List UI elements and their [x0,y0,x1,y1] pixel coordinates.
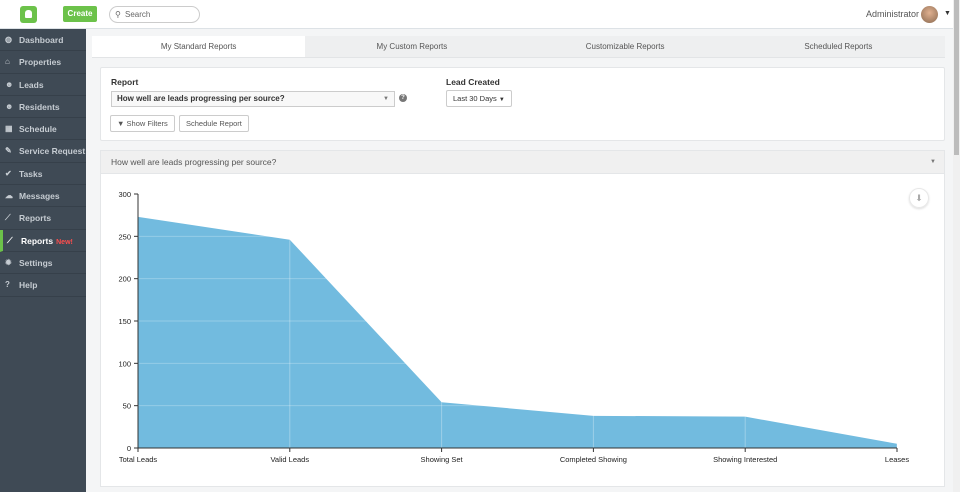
sidebar-item-dashboard[interactable]: ◍ Dashboard [0,29,86,52]
sidebar-item-tasks[interactable]: ✔ Tasks [0,163,86,186]
area-chart: 0 50 100 150 200 250 300 Total Leads Valid Leads… [118,190,909,464]
help-icon[interactable]: ? [399,94,407,102]
sidebar-item-label: Residents [19,101,60,112]
dashboard-icon: ◍ [5,35,12,44]
app-logo[interactable] [20,6,37,23]
y-tick-label: 100 [118,359,131,368]
calendar-icon: ▦ [5,124,13,134]
sidebar-item-label: Reports [21,235,54,246]
new-badge: New! [56,238,73,246]
y-tick-label: 50 [123,402,131,411]
avatar[interactable] [921,6,938,23]
lead-created-dropdown[interactable]: Last 30 Days ▼ [446,90,512,107]
x-tick-label: Total Leads [119,455,158,464]
y-tick-label: 200 [118,275,131,284]
sidebar-item-label: Messages [19,191,60,202]
comments-icon: ☁ [5,191,13,201]
sidebar-item-label: Reports [19,213,52,224]
y-tick-label: 250 [118,232,131,241]
schedule-report-button[interactable]: Schedule Report [179,115,249,132]
sidebar-item-residents[interactable]: ☻ Residents [0,96,86,119]
sidebar-item-label: Service Request [19,146,86,157]
x-tick-label: Valid Leads [270,455,309,464]
user-name[interactable]: Administrator [866,9,919,19]
y-tick-label: 150 [118,317,131,326]
top-bar: Create ⚲ Search Administrator ▼ [0,0,953,29]
tab-scheduled-reports[interactable]: Scheduled Reports [732,36,945,57]
report-label: Report [111,77,139,87]
show-filters-label: Show Filters [126,119,168,128]
show-filters-button[interactable]: ▼ Show Filters [110,115,175,132]
sidebar-item-leads[interactable]: ☻ Leads [0,74,86,96]
search-input[interactable]: ⚲ Search [109,6,200,23]
download-icon[interactable]: ⬇ [909,188,929,208]
x-tick-label: Completed Showing [560,455,627,464]
tab-customizable-reports[interactable]: Customizable Reports [519,36,732,57]
filter-icon: ▼ [117,119,125,128]
line-chart-icon: ⟋ [7,235,13,245]
sidebar-item-label: Tasks [19,168,43,179]
x-tick-label: Showing Set [421,455,464,464]
caret-down-icon: ▼ [498,97,505,103]
sidebar-item-label: Properties [19,57,62,68]
y-tick-label: 300 [118,190,131,199]
sidebar-item-settings[interactable]: ✹ Settings [0,252,86,275]
sidebar-item-help[interactable]: ? Help [0,274,86,297]
x-tick-label: Leases [885,455,909,464]
chevron-down-icon[interactable]: ▼ [944,10,951,17]
wrench-icon: ✎ [5,146,12,156]
check-icon: ✔ [5,168,12,178]
sidebar: ◍ Dashboard ⌂ Properties ☻ Leads ☻ Residents ▦ Sc… [0,29,86,492]
search-placeholder: Search [125,10,151,19]
scrollbar-thumb[interactable] [954,0,959,155]
x-tick-label: Showing Interested [713,455,777,464]
sidebar-item-reports-new[interactable]: ⟋ Reports New! [0,229,86,252]
chart-panel: How well are leads progressing per sourc… [100,150,945,487]
sidebar-item-label: Dashboard [19,35,64,45]
home-icon: ⌂ [5,57,10,67]
report-tabs: My Standard Reports My Custom Reports Cu… [92,36,945,58]
report-select[interactable]: How well are leads progressing per sourc… [111,91,395,107]
sidebar-item-label: Schedule [19,124,57,135]
sidebar-item-service-request[interactable]: ✎ Service Request [0,140,86,163]
chevron-down-icon: ▼ [383,96,389,102]
users-icon: ☻ [5,101,14,111]
tab-my-standard-reports[interactable]: My Standard Reports [92,36,306,57]
area-series [138,216,897,448]
line-chart-icon: ⟋ [5,213,11,223]
question-icon: ? [5,280,10,290]
users-icon: ☻ [5,79,14,89]
sidebar-item-messages[interactable]: ☁ Messages [0,185,86,208]
lead-created-label: Lead Created [446,77,500,87]
sidebar-item-label: Leads [19,79,44,90]
sidebar-item-reports[interactable]: ⟋ Reports [0,207,86,230]
report-options-panel: Report How well are leads progressing pe… [100,67,945,141]
sidebar-item-properties[interactable]: ⌂ Properties [0,51,86,74]
sidebar-item-schedule[interactable]: ▦ Schedule [0,118,86,141]
create-button[interactable]: Create [63,6,97,22]
tab-my-custom-reports[interactable]: My Custom Reports [305,36,518,57]
gear-icon: ✹ [5,257,12,267]
lead-created-value: Last 30 Days [453,94,497,103]
y-tick-label: 0 [127,444,131,453]
search-icon: ⚲ [115,10,121,19]
sidebar-item-label: Help [19,280,38,291]
sidebar-item-label: Settings [19,257,53,268]
report-select-value: How well are leads progressing per sourc… [117,94,285,103]
